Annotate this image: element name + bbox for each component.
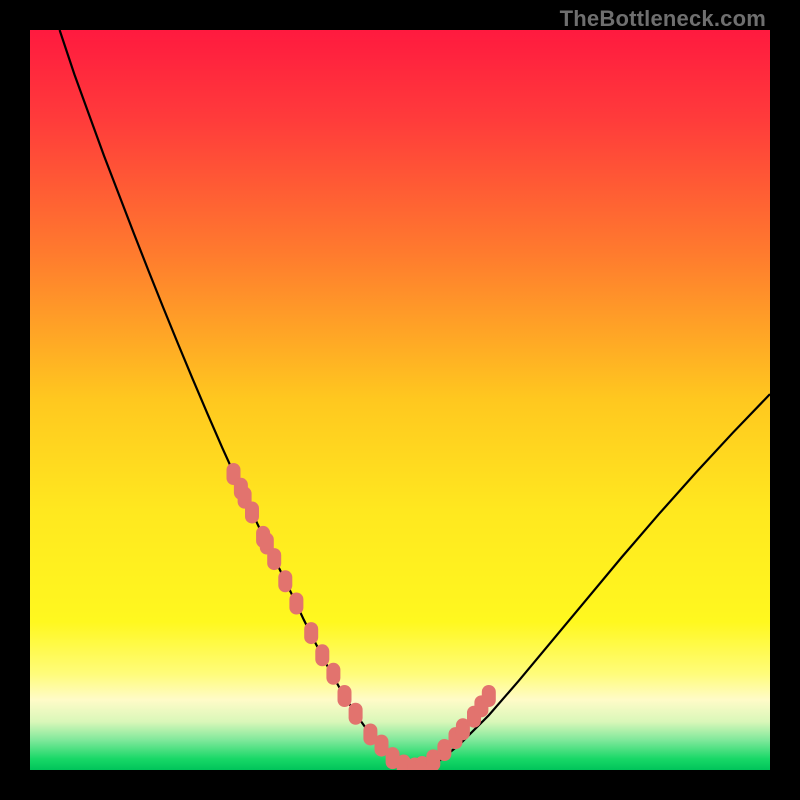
- marker-point: [349, 703, 363, 725]
- marker-point: [326, 663, 340, 685]
- gradient-background: [30, 30, 770, 770]
- marker-point: [278, 570, 292, 592]
- marker-point: [338, 685, 352, 707]
- marker-point: [315, 644, 329, 666]
- chart-frame: TheBottleneck.com: [0, 0, 800, 800]
- chart-svg: [30, 30, 770, 770]
- marker-point: [245, 501, 259, 523]
- watermark-text: TheBottleneck.com: [560, 6, 766, 32]
- marker-point: [482, 685, 496, 707]
- marker-point: [289, 593, 303, 615]
- plot-area: [30, 30, 770, 770]
- marker-point: [304, 622, 318, 644]
- marker-point: [267, 548, 281, 570]
